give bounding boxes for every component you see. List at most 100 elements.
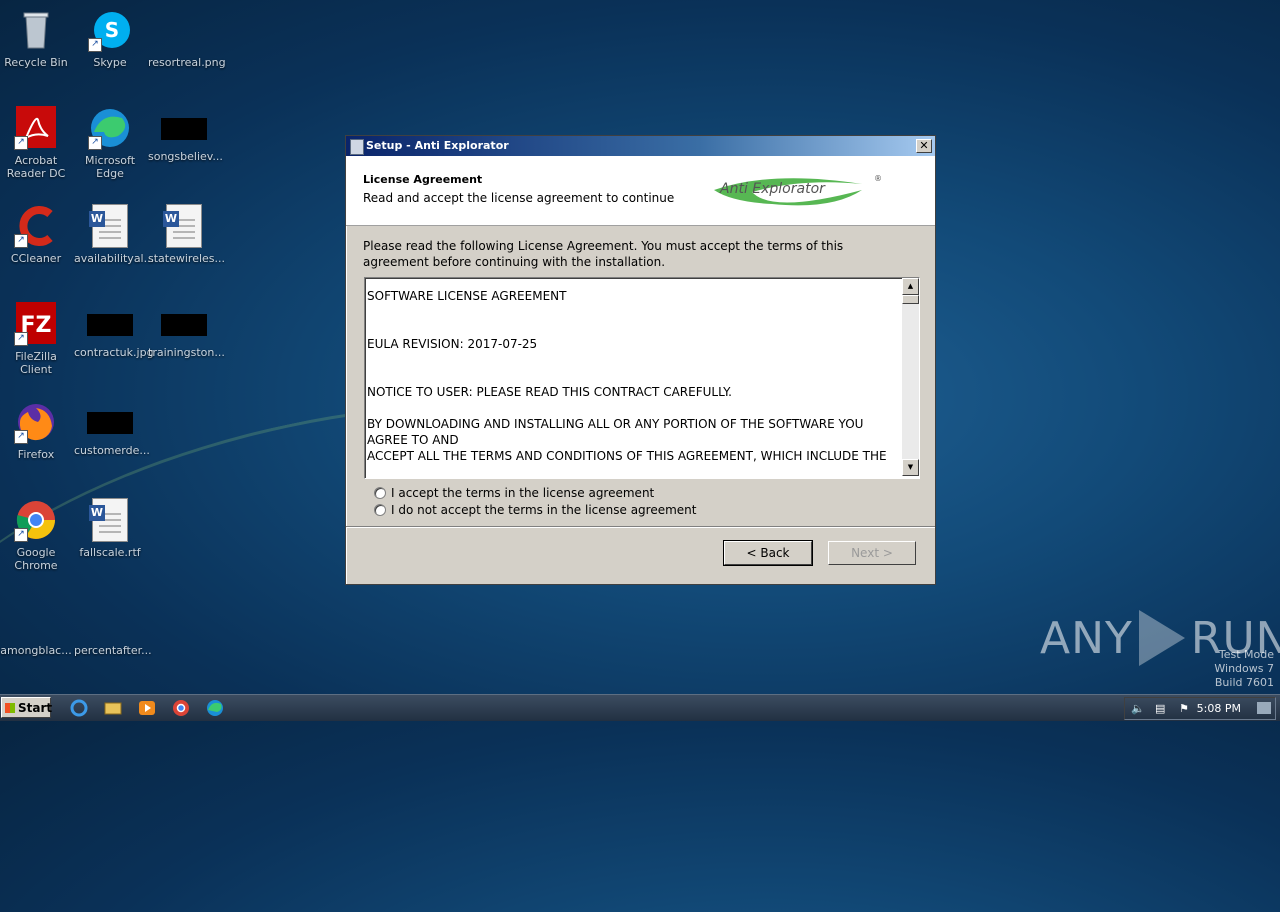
filezilla-icon: FZ ↗: [14, 302, 58, 346]
desktop-icon-label: availabilityal...: [74, 252, 155, 265]
start-button[interactable]: Start: [1, 697, 52, 718]
decline-radio-option[interactable]: I do not accept the terms in the license…: [374, 503, 697, 517]
desktop-icon-customerde[interactable]: customerde...: [74, 400, 150, 457]
shortcut-arrow-icon: ↗: [88, 136, 102, 150]
back-button[interactable]: < Back: [723, 540, 813, 566]
logo-text: Anti Explorator: [719, 181, 826, 197]
dialog-title: Setup - Anti Explorator: [366, 139, 509, 152]
accept-radio-option[interactable]: I accept the terms in the license agreem…: [374, 486, 654, 500]
desktop-icon-skype[interactable]: S ↗ Skype: [74, 8, 146, 69]
show-desktop-icon[interactable]: [1257, 702, 1271, 714]
desktop-icon-label: trainingston...: [148, 346, 225, 359]
desktop-icon-label: Google Chrome: [14, 546, 58, 572]
desktop-icon-label: songsbeliev...: [148, 150, 223, 163]
taskbar-edge-icon[interactable]: [204, 698, 226, 718]
test-mode-label: Test Mode: [1218, 648, 1274, 661]
desktop-icon-contractuk[interactable]: contractuk.jpg: [74, 302, 154, 359]
clock[interactable]: 5:08 PM: [1197, 698, 1241, 719]
watermark-left: ANY: [1040, 612, 1133, 664]
desktop-icon-label: CCleaner: [10, 252, 62, 265]
desktop-icon-edge[interactable]: ↗ Microsoft Edge: [74, 106, 146, 180]
shortcut-arrow-icon: ↗: [14, 528, 28, 542]
network-icon[interactable]: ▤: [1155, 698, 1165, 719]
desktop-icon-label: fallscale.rtf: [79, 546, 141, 559]
eula-line: NOTICE TO USER: PLEASE READ THIS CONTRAC…: [367, 385, 732, 399]
desktop-icon-chrome[interactable]: ↗ Google Chrome: [0, 498, 72, 572]
desktop-icon-filezilla[interactable]: FZ ↗ FileZilla Client: [0, 302, 72, 376]
thumbnail-icon: [87, 412, 133, 434]
build-label: Build 7601: [1214, 676, 1274, 689]
desktop-icon-statewireles[interactable]: W statewireles...: [148, 204, 226, 265]
shortcut-arrow-icon: ↗: [14, 234, 28, 248]
arrow-down-icon: ▼: [907, 463, 914, 471]
shortcut-arrow-icon: ↗: [14, 430, 28, 444]
decline-radio[interactable]: [374, 504, 386, 516]
system-tray: 🔈 ▤ ⚑ 5:08 PM: [1124, 697, 1276, 720]
scroll-up-button[interactable]: ▲: [902, 278, 919, 295]
header-subtitle: Read and accept the license agreement to…: [363, 191, 675, 205]
desktop-icon-recycle-bin[interactable]: Recycle Bin: [0, 8, 72, 69]
accept-radio[interactable]: [374, 487, 386, 499]
thumbnail-icon: [88, 596, 132, 640]
image-file-icon: [162, 8, 206, 52]
taskbar-ie-icon[interactable]: [68, 698, 90, 718]
dialog-titlebar[interactable]: Setup - Anti Explorator ✕: [346, 136, 935, 156]
anti-explorator-logo: Anti Explorator ®: [712, 170, 882, 210]
eula-scrollbar[interactable]: ▲ ▼: [902, 278, 919, 476]
play-icon: [1138, 610, 1185, 666]
button-separator: [346, 526, 935, 528]
accept-radio-label: I accept the terms in the license agreem…: [391, 486, 655, 500]
desktop-icon-label: Firefox: [17, 448, 55, 461]
desktop-icon-label: Recycle Bin: [4, 56, 68, 69]
desktop-icon-label: contractuk.jpg: [74, 346, 154, 359]
close-icon: ✕: [919, 139, 929, 152]
skype-icon: S ↗: [88, 8, 132, 52]
svg-text:S: S: [105, 18, 119, 42]
desktop-icon-label: resortreal.png: [148, 56, 226, 69]
desktop-icon-label: FileZilla Client: [15, 350, 57, 376]
action-center-flag-icon[interactable]: ⚑: [1179, 698, 1189, 719]
eula-textbox[interactable]: SOFTWARE LICENSE AGREEMENT EULA REVISION…: [364, 277, 920, 479]
desktop-icon-percentafter[interactable]: percentafter...: [74, 596, 152, 657]
desktop-icon-songsbeliev[interactable]: songsbeliev...: [148, 106, 223, 163]
desktop-icon-firefox[interactable]: ↗ Firefox: [0, 400, 72, 461]
os-label: Windows 7: [1214, 662, 1274, 675]
eula-line: BY DOWNLOADING AND INSTALLING ALL OR ANY…: [367, 417, 864, 447]
desktop-icon-resortreal[interactable]: resortreal.png: [148, 8, 226, 69]
shortcut-arrow-icon: ↗: [14, 332, 28, 346]
desktop-icon-label: Acrobat Reader DC: [6, 154, 66, 180]
recycle-bin-icon: [14, 8, 58, 52]
eula-line: ACCEPT ALL THE TERMS AND CONDITIONS OF T…: [367, 449, 887, 463]
next-button[interactable]: Next >: [828, 541, 916, 565]
chrome-icon: ↗: [14, 498, 58, 542]
ccleaner-icon: ↗: [14, 204, 58, 248]
scroll-down-button[interactable]: ▼: [902, 459, 919, 476]
decline-radio-label: I do not accept the terms in the license…: [391, 503, 697, 517]
taskbar-media-player-icon[interactable]: [136, 698, 158, 718]
desktop-icon-label: Microsoft Edge: [84, 154, 136, 180]
taskbar-explorer-icon[interactable]: [102, 698, 124, 718]
taskbar-chrome-icon[interactable]: [170, 698, 192, 718]
desktop-icon-ccleaner[interactable]: ↗ CCleaner: [0, 204, 72, 265]
thumbnail-icon: [14, 596, 58, 640]
scroll-thumb[interactable]: [902, 295, 919, 304]
desktop-icon-acrobat[interactable]: ↗ Acrobat Reader DC: [0, 106, 72, 180]
header-title: License Agreement: [363, 173, 483, 186]
desktop-icon-label: customerde...: [74, 444, 150, 457]
setup-app-icon: [350, 139, 364, 155]
desktop-icon-availabilityal[interactable]: W availabilityal...: [74, 204, 155, 265]
test-mode-notice: Test Mode Windows 7 Build 7601: [1214, 648, 1274, 690]
desktop-icon-label: statewireles...: [148, 252, 226, 265]
acrobat-icon: ↗: [14, 106, 58, 150]
intro-text: Please read the following License Agreem…: [363, 239, 844, 269]
desktop-icon-amongblac[interactable]: amongblac...: [0, 596, 72, 657]
eula-content: SOFTWARE LICENSE AGREEMENT EULA REVISION…: [367, 288, 895, 464]
thumbnail-icon: [161, 118, 207, 140]
volume-icon[interactable]: 🔈: [1131, 698, 1145, 719]
desktop-icon-fallscale[interactable]: W fallscale.rtf: [74, 498, 146, 559]
logo-mark: ®: [874, 174, 882, 183]
close-button[interactable]: ✕: [916, 139, 932, 153]
thumbnail-icon: [161, 314, 207, 336]
desktop-icon-trainingston[interactable]: trainingston...: [148, 302, 225, 359]
shortcut-arrow-icon: ↗: [14, 136, 28, 150]
